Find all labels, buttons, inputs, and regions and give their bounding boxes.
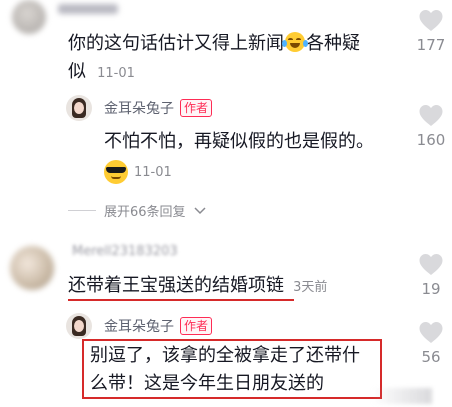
avatar[interactable] [12, 0, 46, 34]
reply-text: 不怕不怕，再疑似假的也是假的。 [104, 131, 374, 152]
comment-text: 你的这句话估计又得上新闻 各种疑 [68, 30, 360, 58]
username-blurred[interactable]: Merell23183203 [72, 244, 178, 259]
comment-line: 还带着王宝强送的结婚项链 3天前 [68, 272, 327, 300]
reply-username[interactable]: 金耳朵兔子 [104, 98, 174, 118]
expand-replies[interactable]: 展开66条回复 [68, 201, 206, 220]
reply-meta: 11-01 [104, 160, 172, 184]
like-button[interactable]: 19 [411, 253, 451, 298]
highlight-underline [68, 299, 294, 301]
laughing-crying-emoji-icon [282, 32, 308, 52]
avatar[interactable] [10, 246, 54, 290]
like-count: 177 [416, 36, 446, 54]
avatar[interactable] [66, 95, 92, 121]
chevron-down-icon [194, 206, 206, 214]
heart-icon [419, 254, 443, 275]
like-count: 56 [421, 348, 441, 366]
reply-text-line1: 别逗了，该拿的全被拿走了还带什 [90, 345, 360, 366]
reply-username[interactable]: 金耳朵兔子 [104, 316, 174, 336]
reply-time: 11-01 [134, 164, 172, 180]
comment-time: 3天前 [293, 280, 328, 295]
username-blurred[interactable] [58, 4, 118, 14]
comment-line2: 似 11-01 [68, 58, 135, 86]
expand-divider [68, 210, 96, 211]
heart-icon [419, 105, 443, 126]
comment-text-line1: 你的这句话估计又得上新闻 [68, 33, 284, 54]
comment-text-line2: 似 [68, 61, 86, 82]
reply-header: 金耳朵兔子 作者 [104, 316, 213, 336]
comment-text-line1-end: 各种疑 [306, 33, 360, 54]
sunglasses-emoji-icon [104, 160, 128, 184]
comment-text: 还带着王宝强送的结婚项链 [68, 275, 284, 296]
watermark [372, 388, 432, 404]
heart-icon [419, 10, 443, 31]
avatar[interactable] [66, 313, 92, 339]
expand-replies-label: 展开66条回复 [104, 205, 186, 220]
author-badge: 作者 [180, 99, 213, 117]
author-badge: 作者 [180, 317, 213, 335]
reply-text-line2: 么带！这是今年生日朋友送的 [90, 373, 324, 394]
like-count: 19 [421, 280, 441, 298]
like-button[interactable]: 177 [411, 9, 451, 54]
like-count: 160 [416, 131, 446, 149]
heart-icon [419, 322, 443, 343]
reply-header: 金耳朵兔子 作者 [104, 98, 213, 118]
like-button[interactable]: 56 [411, 321, 451, 366]
like-button[interactable]: 160 [411, 104, 451, 149]
comment-time: 11-01 [97, 66, 135, 81]
